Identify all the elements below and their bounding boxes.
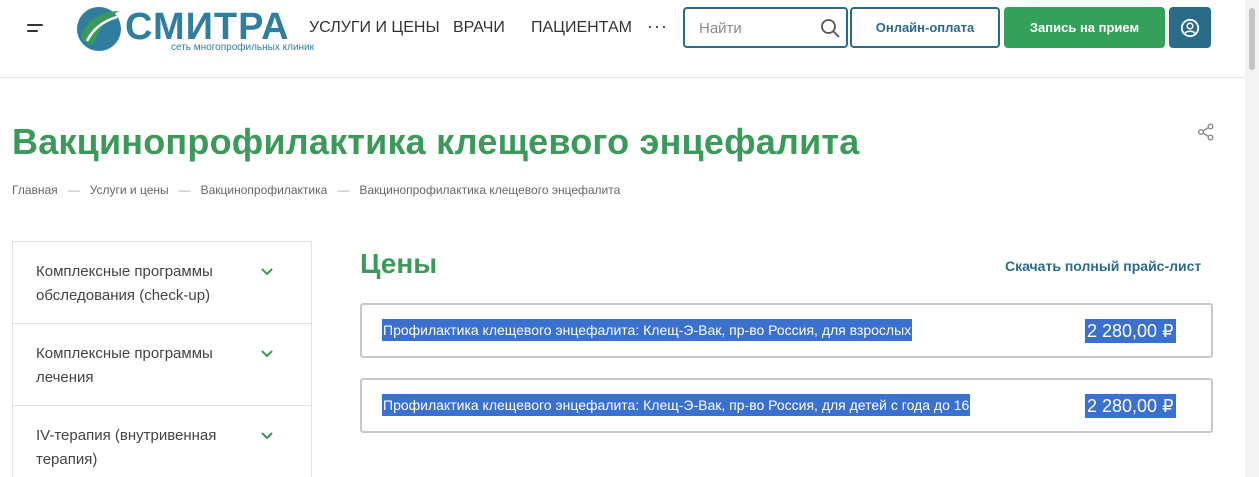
chevron-down-icon[interactable] [260, 429, 274, 443]
account-button[interactable] [1169, 7, 1211, 48]
more-menu-icon[interactable]: ··· [647, 17, 668, 35]
price-item-name: Профилактика клещевого энцефалита: Клещ-… [382, 394, 971, 416]
breadcrumb-separator: — [337, 183, 350, 197]
sidebar-item-treatment[interactable]: Комплексные программы лечения [13, 324, 311, 406]
breadcrumb-home[interactable]: Главная [12, 183, 58, 197]
search-input[interactable] [699, 18, 819, 38]
breadcrumb-current: Вакцинопрофилактика клещевого энцефалита [359, 183, 621, 197]
page-title: Вакцинопрофилактика клещевого энцефалита [12, 121, 860, 162]
chevron-down-icon[interactable] [260, 347, 274, 361]
logo-mark-icon [77, 7, 121, 51]
sidebar-item-iv-therapy[interactable]: IV-терапия (внутривенная терапия) [13, 406, 311, 477]
page-scrollbar[interactable] [1245, 0, 1259, 477]
book-appointment-button[interactable]: Запись на прием [1004, 7, 1165, 48]
user-icon [1180, 18, 1200, 37]
sidebar-item-checkup[interactable]: Комплексные программы обследования (chec… [13, 242, 311, 324]
price-row[interactable]: Профилактика клещевого энцефалита: Клещ-… [360, 378, 1213, 433]
sidebar-item-label: Комплексные программы обследования (chec… [36, 263, 213, 304]
sidebar-item-label: Комплексные программы лечения [36, 345, 213, 386]
price-item-name: Профилактика клещевого энцефалита: Клещ-… [382, 319, 913, 341]
scrollbar-thumb[interactable] [1249, 8, 1255, 70]
breadcrumb-vaccination[interactable]: Вакцинопрофилактика [201, 183, 328, 197]
nav-doctors[interactable]: ВРАЧИ [453, 19, 505, 37]
search-icon[interactable] [820, 18, 840, 38]
breadcrumb-separator: — [67, 183, 80, 197]
nav-patients[interactable]: ПАЦИЕНТАМ [531, 19, 632, 37]
breadcrumb-services[interactable]: Услуги и цены [90, 183, 169, 197]
site-header: СМИТРА сеть многопрофильных клиник УСЛУГ… [0, 0, 1245, 78]
prices-heading: Цены [360, 248, 438, 279]
share-icon[interactable] [1197, 123, 1215, 141]
download-price-list-link[interactable]: Скачать полный прайс-лист [1005, 258, 1201, 274]
logo-tagline: сеть многопрофильных клиник [171, 42, 315, 53]
nav-services[interactable]: УСЛУГИ И ЦЕНЫ [309, 19, 440, 37]
price-row[interactable]: Профилактика клещевого энцефалита: Клещ-… [360, 303, 1213, 358]
price-item-price: 2 280,00 ₽ [1085, 319, 1176, 343]
menu-icon[interactable] [27, 21, 45, 35]
sidebar-item-label: IV-терапия (внутривенная терапия) [36, 427, 217, 468]
services-sidebar: Комплексные программы обследования (chec… [12, 241, 312, 477]
breadcrumb-separator: — [178, 183, 191, 197]
chevron-down-icon[interactable] [260, 265, 274, 279]
price-item-price: 2 280,00 ₽ [1085, 394, 1176, 418]
breadcrumb: Главная — Услуги и цены — Вакцинопрофилактик… [12, 183, 620, 197]
search-box [683, 7, 848, 48]
logo[interactable]: СМИТРА сеть многопрофильных клиник [75, 3, 314, 55]
online-payment-button[interactable]: Онлайн-оплата [850, 7, 1000, 48]
